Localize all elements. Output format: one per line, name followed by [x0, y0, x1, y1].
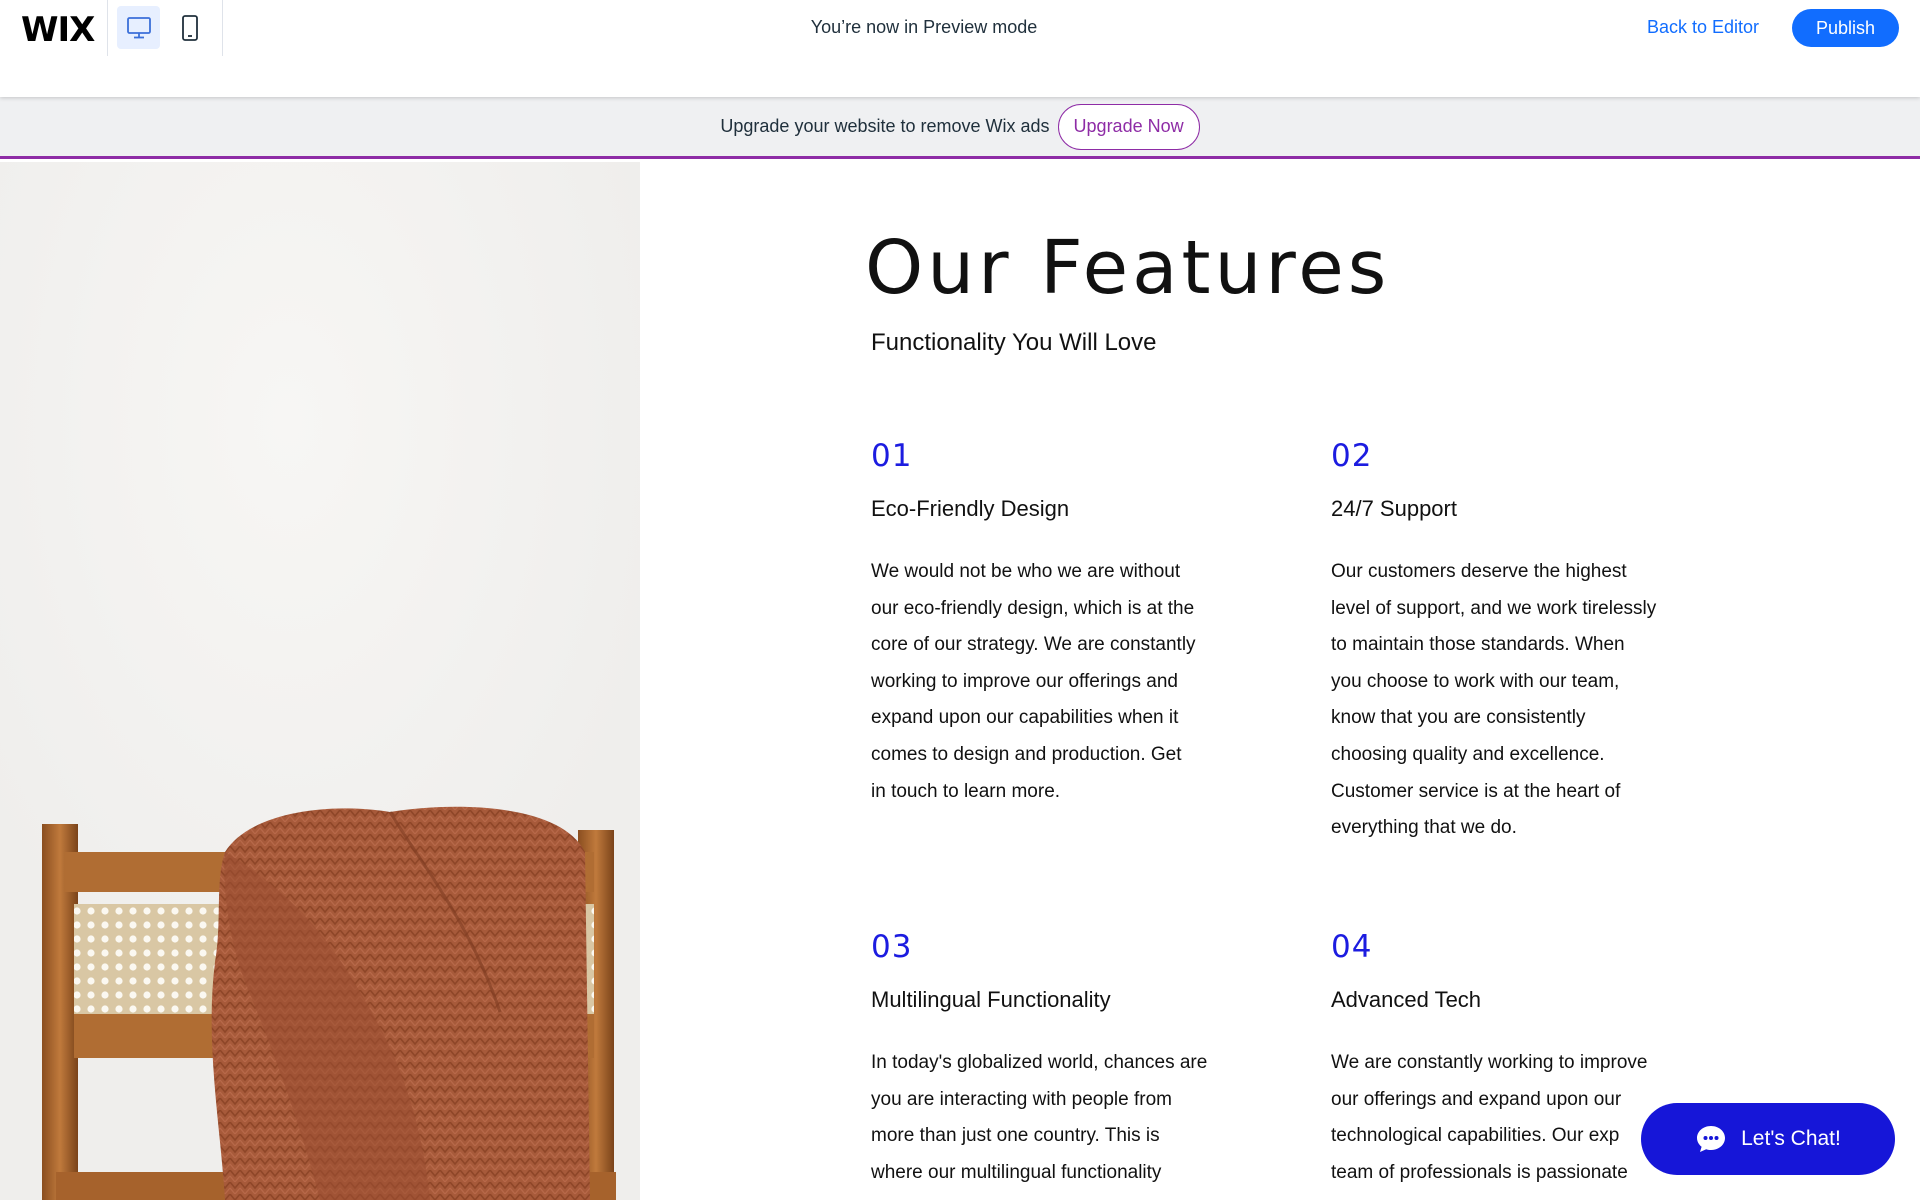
- feature-line: everything that we do.: [1331, 817, 1517, 839]
- feature-line: more than just one country. This is: [871, 1125, 1160, 1147]
- feature-title: 24/7 Support: [1331, 496, 1457, 521]
- preview-topbar: WIX You’re now in Preview mode Back to E…: [0, 0, 1920, 97]
- feature-description: We would not be who we are without our e…: [871, 554, 1251, 810]
- feature-title: Eco-Friendly Design: [871, 496, 1070, 521]
- feature-line: level of support, and we work tirelessly: [1331, 597, 1657, 619]
- feature-number: 03: [871, 929, 913, 965]
- feature-line: comes to design and production. Get: [871, 743, 1182, 765]
- page-subtitle: Functionality You Will Love: [871, 329, 1157, 356]
- feature-line: We would not be who we are without: [871, 561, 1181, 582]
- feature-card-2: 02 24/7 Support Our customers deserve th…: [1331, 438, 1711, 847]
- preview-mode-label: You’re now in Preview mode: [810, 17, 1038, 37]
- upgrade-now-button[interactable]: Upgrade Now: [1057, 103, 1200, 150]
- feature-line: core of our strategy. We are constantly: [871, 634, 1196, 656]
- feature-title: Advanced Tech: [1331, 987, 1482, 1012]
- chat-bubble-icon: [1697, 1126, 1726, 1152]
- feature-line: our eco-friendly design, which is at the: [871, 597, 1195, 619]
- feature-line: Customer service is at the heart of: [1331, 780, 1621, 802]
- feature-description: In today's globalized world, chances are…: [871, 1045, 1251, 1191]
- feature-line: In today's globalized world, chances are: [871, 1052, 1208, 1073]
- features-section: Our Features Functionality You Will Love…: [640, 162, 1920, 1200]
- lets-chat-button[interactable]: Let's Chat!: [1641, 1103, 1895, 1175]
- feature-line: expand upon our capabilities when it: [871, 707, 1179, 729]
- feature-title: Multilingual Functionality: [871, 987, 1111, 1012]
- upgrade-banner: Upgrade your website to remove Wix ads U…: [0, 97, 1920, 159]
- feature-line: choosing quality and excellence.: [1331, 743, 1605, 765]
- feature-line: know that you are consistently: [1331, 707, 1586, 729]
- publish-button[interactable]: Publish: [1792, 9, 1899, 47]
- feature-card-1: 01 Eco-Friendly Design We would not be w…: [871, 438, 1251, 810]
- upgrade-text: Upgrade your website to remove Wix ads: [720, 116, 1050, 136]
- hero-photo: [0, 162, 640, 1200]
- back-to-editor-link[interactable]: Back to Editor: [1647, 17, 1759, 38]
- feature-line: to maintain those standards. When: [1331, 634, 1625, 656]
- feature-number: 01: [871, 438, 913, 474]
- feature-line: We are constantly working to improve: [1331, 1052, 1648, 1073]
- feature-number: 02: [1331, 438, 1373, 474]
- feature-line: you choose to work with our team,: [1331, 670, 1620, 692]
- feature-line: working to improve our offerings and: [871, 670, 1178, 692]
- feature-number: 04: [1331, 929, 1373, 965]
- feature-line: in touch to learn more.: [871, 780, 1061, 802]
- feature-line: you are interacting with people from: [871, 1088, 1172, 1110]
- chair-blanket-illustration: [0, 162, 640, 1200]
- feature-line: Our customers deserve the highest: [1331, 561, 1627, 582]
- feature-description: Our customers deserve the highest level …: [1331, 554, 1711, 847]
- feature-line: where our multilingual functionality: [871, 1161, 1162, 1183]
- page-title: Our Features: [865, 225, 1391, 311]
- feature-card-3: 03 Multilingual Functionality In today's…: [871, 929, 1251, 1191]
- chat-label: Let's Chat!: [1741, 1127, 1841, 1150]
